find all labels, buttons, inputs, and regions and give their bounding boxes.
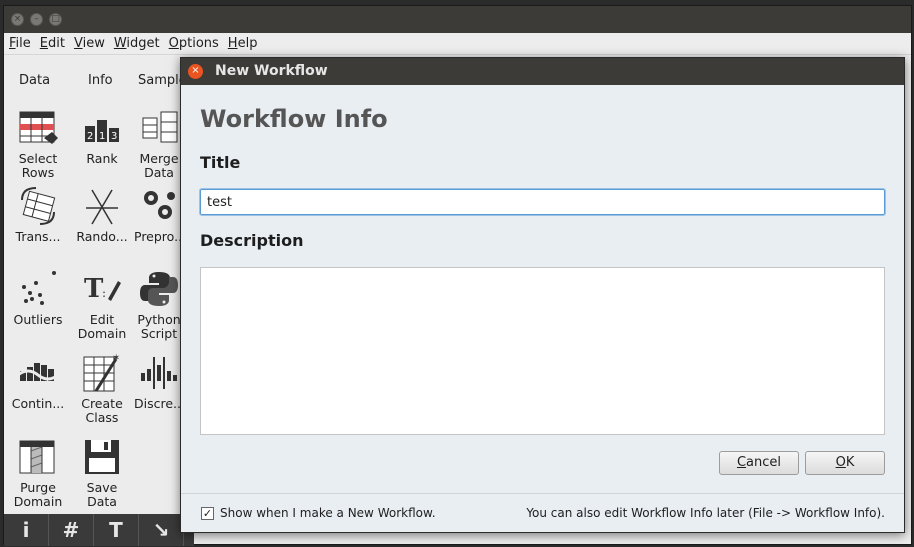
arrow-annotation-icon[interactable]: ↘	[139, 514, 184, 546]
widget-label: Select Rows	[18, 151, 58, 180]
svg-text:✶: ✶	[112, 353, 120, 364]
widget-label: Rando...	[76, 229, 128, 244]
widget-label: Trans...	[15, 229, 61, 244]
minimize-window-icon[interactable]: –	[30, 13, 43, 26]
widget-create-class[interactable]: ✶ Create Class	[70, 353, 134, 425]
rank-icon: 213	[82, 108, 122, 148]
continuize-icon	[17, 353, 59, 393]
svg-text:3: 3	[111, 131, 117, 142]
category-info[interactable]: Info	[88, 73, 113, 88]
widget-label: Contin...	[11, 396, 65, 411]
widget-label: Prepro...	[134, 229, 184, 244]
widget-rank[interactable]: 2 1 3 Rank	[70, 108, 134, 166]
menu-widget[interactable]: Widget	[114, 36, 160, 51]
dialog-title: New Workflow	[215, 63, 328, 79]
discretize-icon	[139, 353, 179, 393]
widget-continuize[interactable]: Contin...	[6, 353, 70, 411]
widget-label: Edit Domain	[77, 312, 127, 341]
dialog-body: Workflow Info Title Description Cancel O…	[181, 85, 904, 531]
widget-randomize[interactable]: Rando...	[70, 186, 134, 244]
menu-file[interactable]: File	[9, 36, 31, 51]
widget-label: Discre...	[134, 396, 184, 411]
select-rows-icon	[18, 108, 58, 148]
cancel-button[interactable]: Cancel	[719, 451, 799, 475]
text-annotation-icon[interactable]: T	[94, 514, 139, 546]
dialog-titlebar: × New Workflow	[181, 58, 904, 85]
svg-text:2: 2	[87, 131, 93, 142]
footer-divider	[181, 493, 904, 494]
create-class-icon: ✶	[82, 353, 122, 393]
edit-domain-icon: T:	[82, 269, 122, 309]
widget-merge-data[interactable]: Merge Data	[134, 108, 184, 180]
menu-edit[interactable]: Edit	[40, 36, 65, 51]
widget-purge-domain[interactable]: Purge Domain	[6, 437, 70, 509]
title-label: Title	[200, 153, 241, 172]
close-window-icon[interactable]: ×	[11, 13, 24, 26]
maximize-window-icon[interactable]: □	[49, 13, 62, 26]
widget-label: Save Data	[86, 480, 118, 509]
widget-select-rows[interactable]: Select Rows	[6, 108, 70, 180]
menu-view[interactable]: View	[74, 36, 105, 51]
widget-label: Python Script	[137, 312, 181, 341]
info-icon[interactable]: i	[4, 514, 49, 546]
dialog-close-icon[interactable]: ×	[188, 64, 203, 79]
workflow-info-heading: Workflow Info	[200, 105, 388, 133]
menubar: File Edit View Widget Options Help	[4, 33, 911, 55]
widget-edit-domain[interactable]: T: Edit Domain	[70, 269, 134, 341]
title-input[interactable]	[199, 188, 886, 216]
widget-preprocess[interactable]: Prepro...	[134, 186, 184, 244]
randomize-icon	[82, 186, 122, 226]
description-label: Description	[200, 231, 304, 250]
ok-button[interactable]: OK	[805, 451, 885, 475]
widget-label: Rank	[86, 151, 118, 166]
preprocess-icon	[139, 186, 179, 226]
widget-label: Merge Data	[139, 151, 179, 180]
menu-options[interactable]: Options	[169, 36, 219, 51]
merge-data-icon	[139, 108, 179, 148]
grid-icon[interactable]: #	[49, 514, 94, 546]
description-textarea[interactable]	[200, 267, 885, 435]
widget-transpose[interactable]: Trans...	[6, 186, 70, 244]
widget-label: Purge Domain	[13, 480, 63, 509]
bottom-toolbar: i # T ↘	[4, 514, 194, 546]
svg-text:T: T	[84, 274, 104, 304]
widget-label: Outliers	[13, 312, 63, 327]
purge-domain-icon	[18, 437, 58, 477]
python-script-icon	[139, 269, 179, 309]
widget-panel: Data Info Sample Select Rows 2 1 3 Rank Merge…	[4, 56, 204, 518]
transpose-icon	[18, 186, 58, 226]
svg-text:1: 1	[99, 131, 105, 142]
save-data-icon	[82, 437, 122, 477]
svg-text::: :	[102, 286, 106, 300]
widget-python-script[interactable]: Python Script	[134, 269, 184, 341]
outliers-icon	[18, 269, 58, 309]
category-data[interactable]: Data	[19, 73, 50, 88]
new-workflow-dialog: × New Workflow Workflow Info Title Descr…	[180, 57, 905, 533]
show-on-new-workflow-checkbox[interactable]: ✓	[201, 507, 214, 520]
widget-label: Create Class	[81, 396, 123, 425]
footer-hint: You can also edit Workflow Info later (F…	[526, 506, 885, 520]
menu-help[interactable]: Help	[228, 36, 258, 51]
widget-discretize[interactable]: Discre...	[134, 353, 184, 411]
main-titlebar: × – □	[4, 6, 911, 33]
show-on-new-workflow-label[interactable]: Show when I make a New Workflow.	[220, 506, 436, 520]
widget-outliers[interactable]: Outliers	[6, 269, 70, 327]
widget-save-data[interactable]: Save Data	[70, 437, 134, 509]
